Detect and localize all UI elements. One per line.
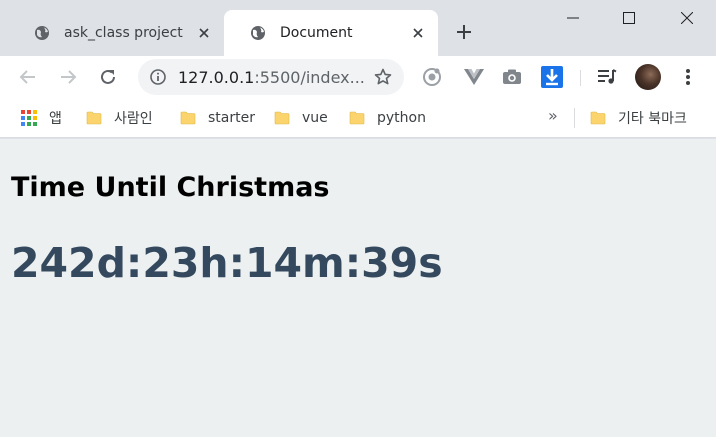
url-host: 127.0.0.1: [178, 68, 255, 87]
star-icon[interactable]: [372, 66, 394, 88]
minimize-button[interactable]: [544, 0, 602, 36]
reload-button[interactable]: [93, 62, 123, 92]
bookmark-label: 사람인: [114, 111, 153, 127]
countdown-timer: 242d:23h:14m:39s: [11, 239, 443, 287]
url-path: :5500/index...: [254, 68, 365, 87]
new-tab-button[interactable]: [452, 20, 476, 44]
minimize-icon: [567, 17, 579, 19]
folder-icon: [590, 111, 606, 125]
arrow-left-icon: [19, 70, 35, 84]
bookmark-folder-starter[interactable]: starter: [180, 108, 255, 128]
bookmarks-overflow-button[interactable]: »: [548, 106, 558, 125]
camera-icon[interactable]: [500, 65, 524, 89]
extension-sync-icon[interactable]: [420, 65, 444, 89]
maximize-button[interactable]: [600, 0, 658, 36]
address-url: 127.0.0.1:5500/index...: [178, 68, 365, 87]
toolbar-divider: [580, 70, 581, 86]
tab-label: ask_class project: [64, 25, 183, 41]
apps-grid-icon: [21, 110, 37, 126]
close-icon[interactable]: [408, 23, 428, 43]
page-heading: Time Until Christmas: [11, 172, 330, 203]
bookmark-folder-other[interactable]: 기타 북마크: [590, 108, 687, 128]
browser-titlebar: ask_class project Document: [0, 0, 716, 56]
folder-icon: [274, 111, 290, 125]
tab-ask-class-project[interactable]: ask_class project: [8, 10, 224, 56]
download-extension-icon[interactable]: [540, 65, 564, 89]
bookmark-label: python: [377, 110, 426, 126]
bookmarks-bar: 앱 사람인 starter vue python » 기타 북마크: [0, 98, 716, 138]
profile-avatar[interactable]: [635, 64, 661, 90]
maximize-icon: [623, 12, 635, 24]
back-button[interactable]: [13, 62, 43, 92]
globe-icon: [251, 26, 265, 40]
forward-button[interactable]: [53, 62, 83, 92]
folder-icon: [349, 111, 365, 125]
plus-icon: [457, 25, 471, 39]
bookmark-label: vue: [302, 110, 328, 126]
info-icon[interactable]: [148, 67, 168, 87]
bookmarks-divider: [574, 108, 575, 128]
kebab-menu-icon[interactable]: [676, 65, 700, 89]
bookmark-label: 앱: [49, 111, 62, 127]
arrow-right-icon: [61, 70, 77, 84]
page-content: Time Until Christmas 242d:23h:14m:39s: [0, 139, 716, 437]
close-icon[interactable]: [194, 23, 214, 43]
address-bar[interactable]: 127.0.0.1:5500/index...: [138, 59, 404, 95]
tab-label: Document: [280, 25, 353, 41]
bookmark-folder-saramin[interactable]: 사람인: [86, 108, 153, 128]
tab-document[interactable]: Document: [224, 10, 438, 56]
bookmark-folder-python[interactable]: python: [349, 108, 426, 128]
bookmark-apps[interactable]: 앱: [21, 108, 62, 128]
media-playlist-icon[interactable]: [595, 65, 619, 89]
vue-devtools-icon[interactable]: [462, 65, 486, 89]
close-icon: [681, 12, 693, 24]
folder-icon: [86, 111, 102, 125]
folder-icon: [180, 111, 196, 125]
globe-icon: [35, 26, 49, 40]
bookmark-folder-vue[interactable]: vue: [274, 108, 328, 128]
bookmark-label: starter: [208, 110, 255, 126]
bookmark-label: 기타 북마크: [618, 111, 687, 127]
window-close-button[interactable]: [658, 0, 716, 36]
reload-icon: [101, 69, 115, 84]
browser-toolbar: 127.0.0.1:5500/index...: [0, 56, 716, 98]
